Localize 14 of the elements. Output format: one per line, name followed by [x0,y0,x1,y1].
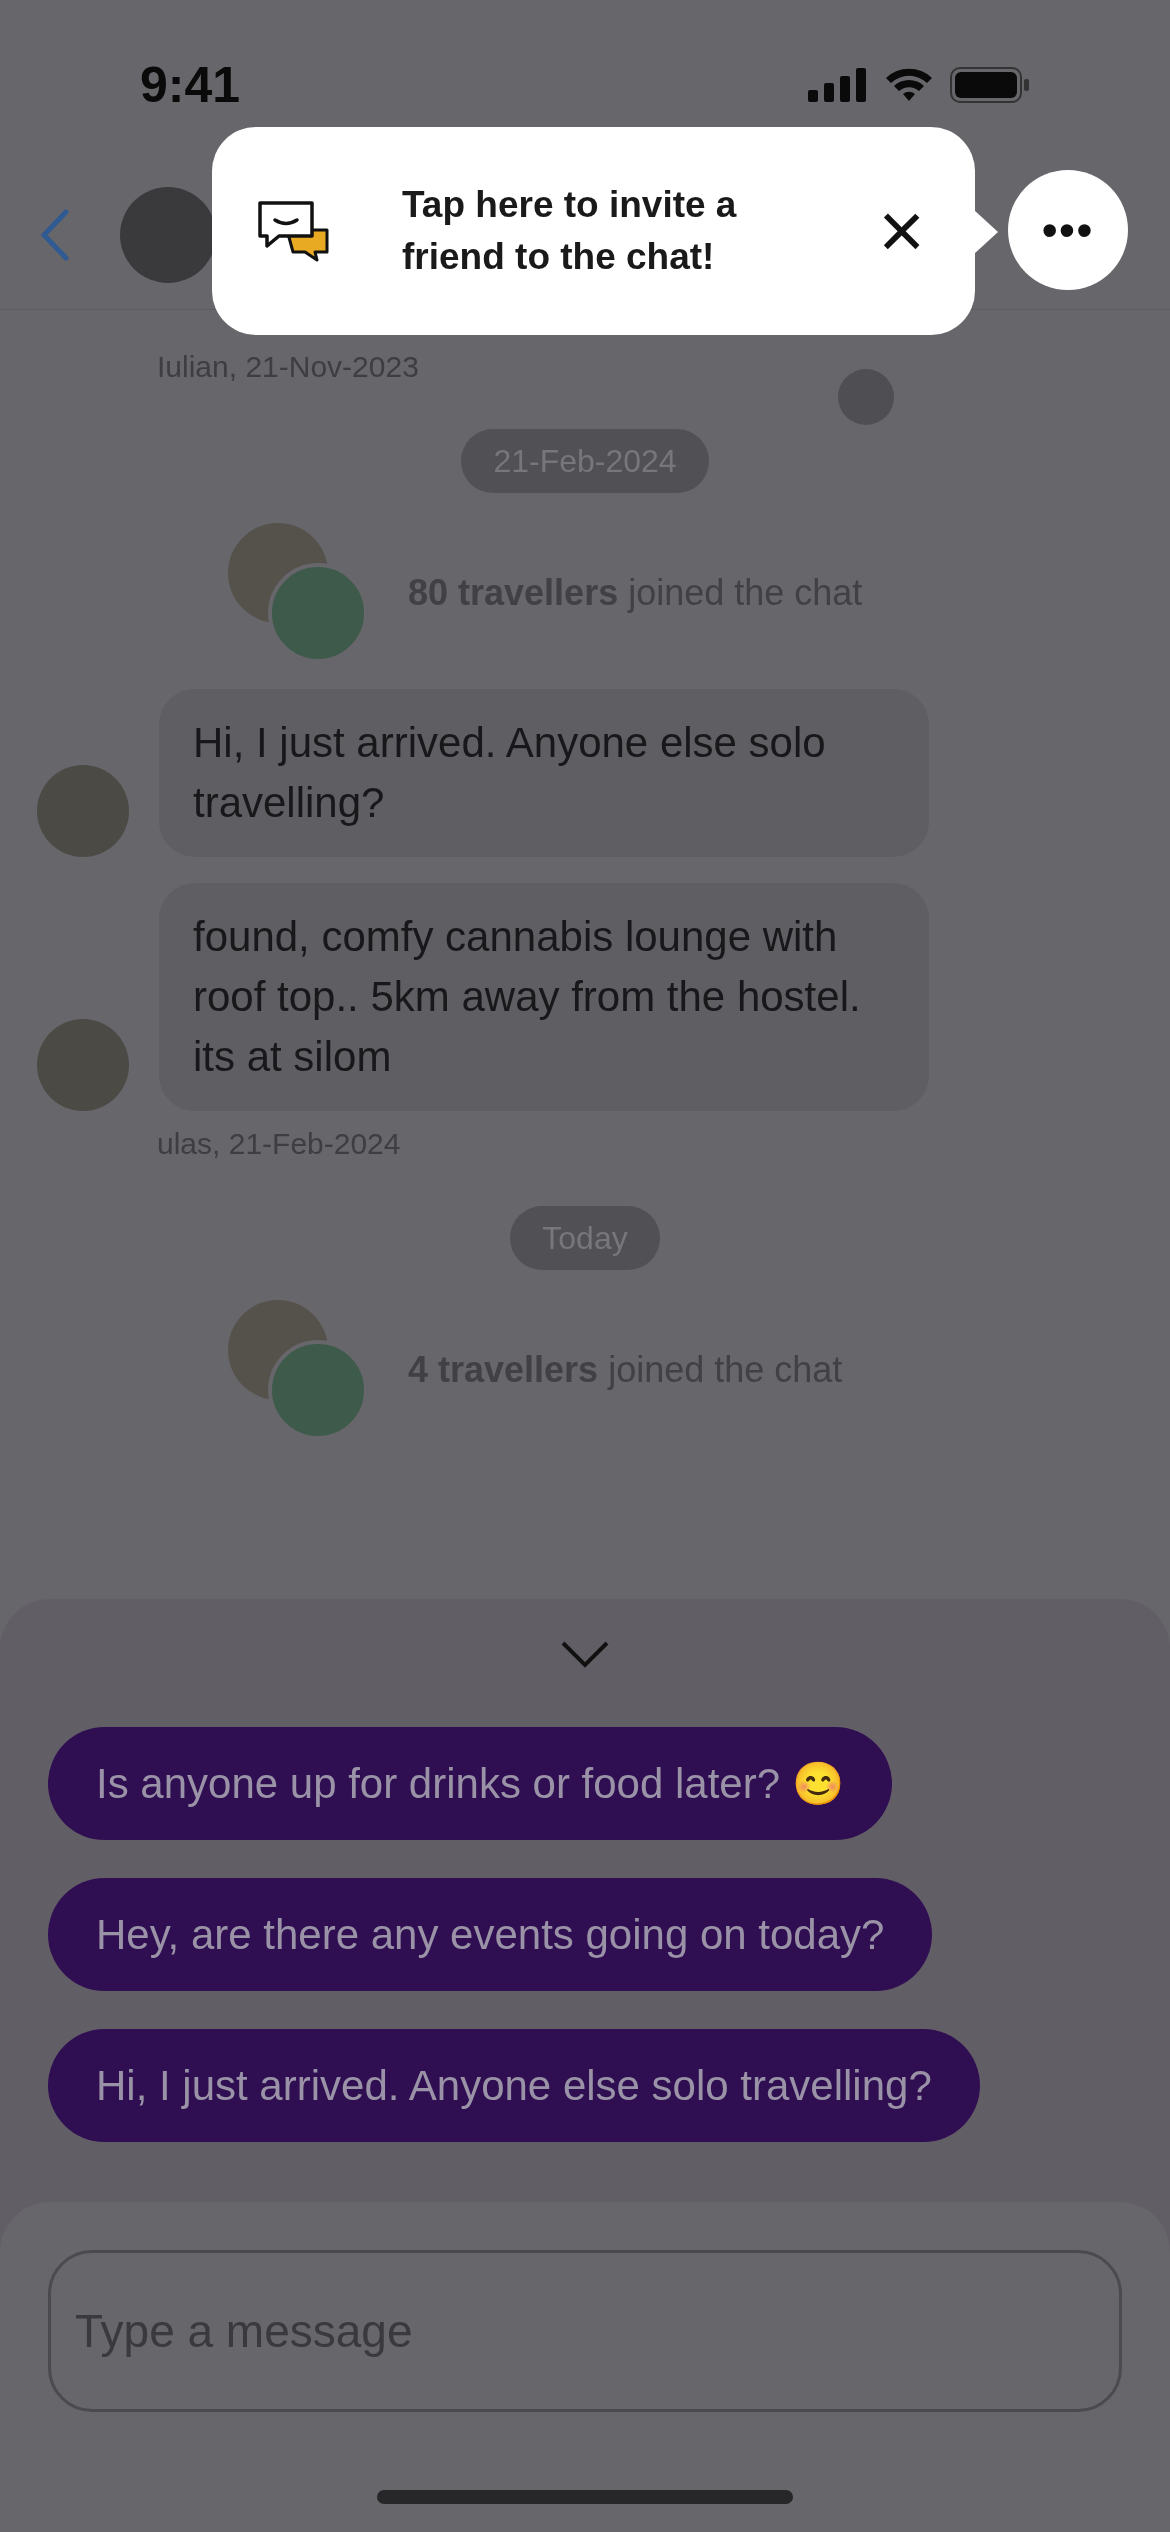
close-button[interactable]: × [878,201,925,261]
chat-bubbles-icon [257,200,332,262]
chevron-icon[interactable] [560,1639,610,1669]
suggestion-chip[interactable]: Is anyone up for drinks or food later? 😊 [48,1727,892,1840]
more-button[interactable]: ••• [1008,170,1128,290]
wifi-icon [884,67,934,103]
suggestion-chip[interactable]: Hi, I just arrived. Anyone else solo travelling? [48,2029,980,2142]
message-bubble: found, comfy cannabis lounge with roof top.. 5km away from the hostel. its at silom [159,883,929,1111]
tooltip-text: Tap here to invite a friend to the chat! [402,183,738,279]
message-bubble: Hi, I just arrived. Anyone else solo travelling? [159,689,929,857]
battery-icon [950,67,1030,103]
signal-icon [808,68,868,102]
status-time: 9:41 [140,55,241,115]
suggestion-chip[interactable]: Hey, are there any events going on today? [48,1878,933,1991]
